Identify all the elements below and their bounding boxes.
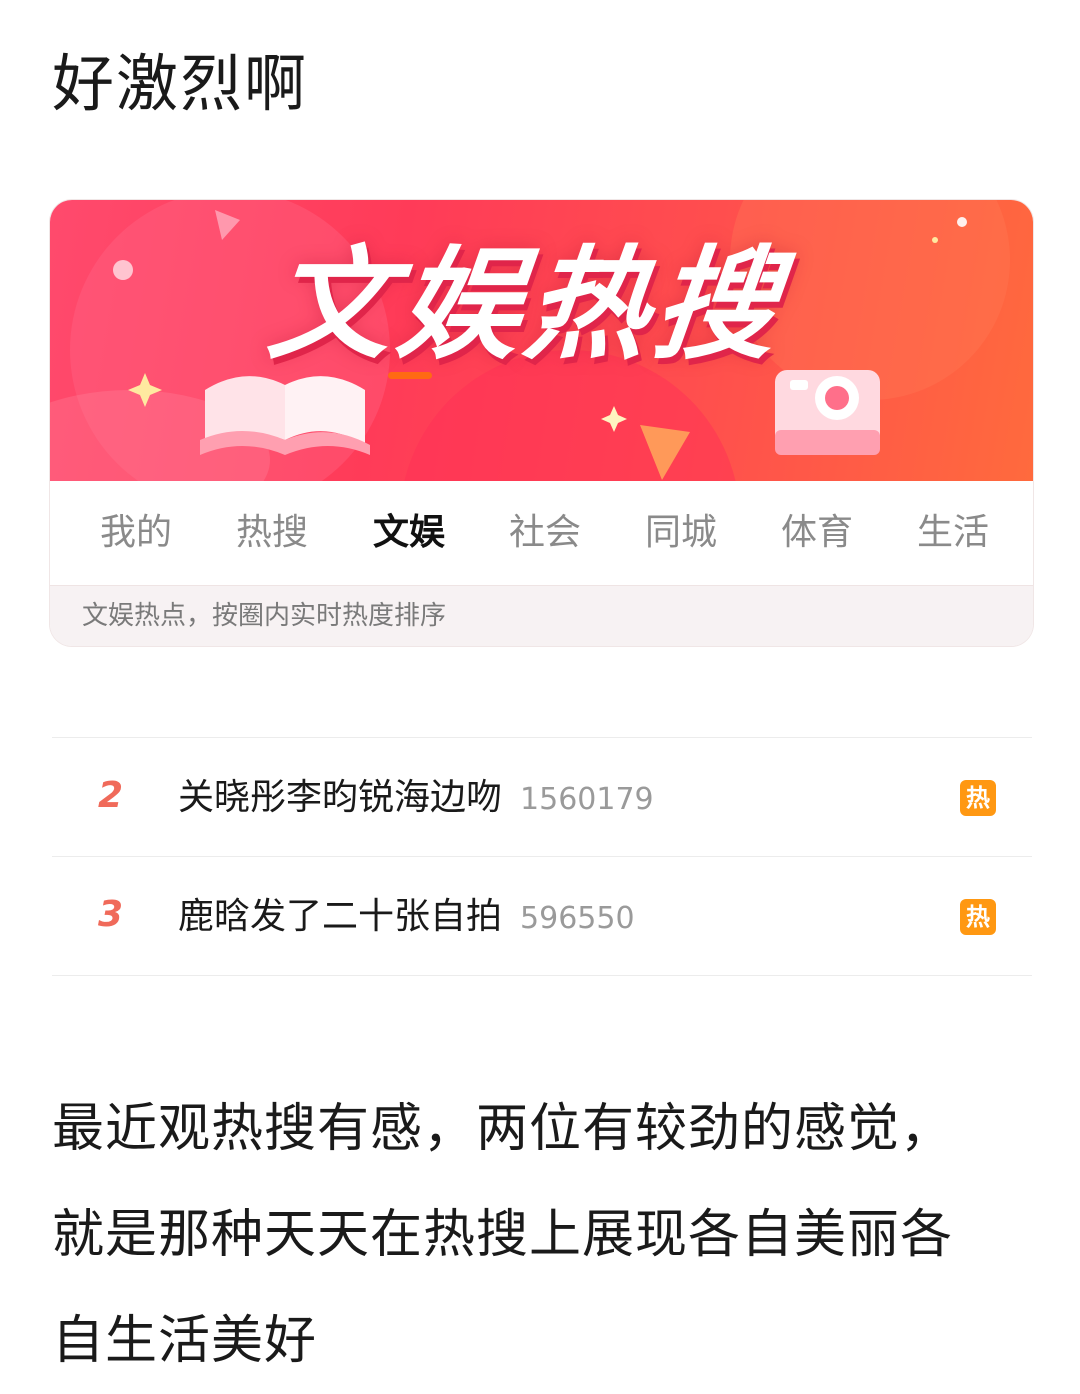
list-item[interactable]: 2 关晓彤李昀锐海边吻 1560179 热 [52, 738, 1032, 856]
tab-entertainment[interactable]: 文娱 [373, 509, 445, 557]
tab-life[interactable]: 生活 [917, 509, 989, 557]
hot-search-banner: 文娱热搜 [50, 200, 1033, 481]
post-body: 最近观热搜有感，两位有较劲的感觉， 就是那种天天在热搜上展现各自美丽各 自生活美… [52, 1076, 1032, 1394]
tab-society[interactable]: 社会 [509, 509, 581, 557]
list-item-count: 596550 [520, 901, 635, 936]
post-body-line: 就是那种天天在热搜上展现各自美丽各 [52, 1205, 954, 1265]
list-item-title: 鹿晗发了二十张自拍 [178, 896, 503, 937]
tab-mine[interactable]: 我的 [100, 509, 172, 557]
category-tabs: 我的 热搜 文娱 社会 同城 体育 生活 [50, 481, 1033, 586]
book-icon [200, 376, 370, 455]
active-tab-indicator [388, 372, 432, 379]
hot-search-card: 文娱热搜 我的 热搜 文娱 社会 同城 体育 生活 文娱热点，按圈内实时热度排序 [50, 200, 1033, 646]
tab-sports[interactable]: 体育 [781, 509, 853, 557]
tab-hot-search[interactable]: 热搜 [236, 509, 308, 557]
list-item-count: 1560179 [520, 782, 654, 817]
post-body-line: 自生活美好 [52, 1311, 318, 1371]
list-item-text: 关晓彤李昀锐海边吻 1560179 [178, 774, 654, 824]
list-item-text: 鹿晗发了二十张自拍 596550 [178, 893, 635, 943]
subtitle-bar: 文娱热点，按圈内实时热度排序 [50, 586, 1033, 646]
list-item[interactable]: 3 鹿晗发了二十张自拍 596550 热 [52, 857, 1032, 975]
tab-local[interactable]: 同城 [645, 509, 717, 557]
camera-icon [775, 370, 880, 455]
banner-title: 文娱热搜 [262, 234, 790, 376]
list-item-title: 关晓彤李昀锐海边吻 [178, 777, 503, 818]
subtitle-text: 文娱热点，按圈内实时热度排序 [82, 601, 447, 631]
rank-number: 3 [98, 894, 124, 935]
hot-badge-icon: 热 [960, 899, 996, 935]
list-divider [52, 975, 1032, 976]
post-body-line: 最近观热搜有感，两位有较劲的感觉， [52, 1099, 954, 1159]
rank-number: 2 [98, 775, 124, 816]
post-title: 好激烈啊 [52, 47, 309, 120]
hot-badge-icon: 热 [960, 780, 996, 816]
